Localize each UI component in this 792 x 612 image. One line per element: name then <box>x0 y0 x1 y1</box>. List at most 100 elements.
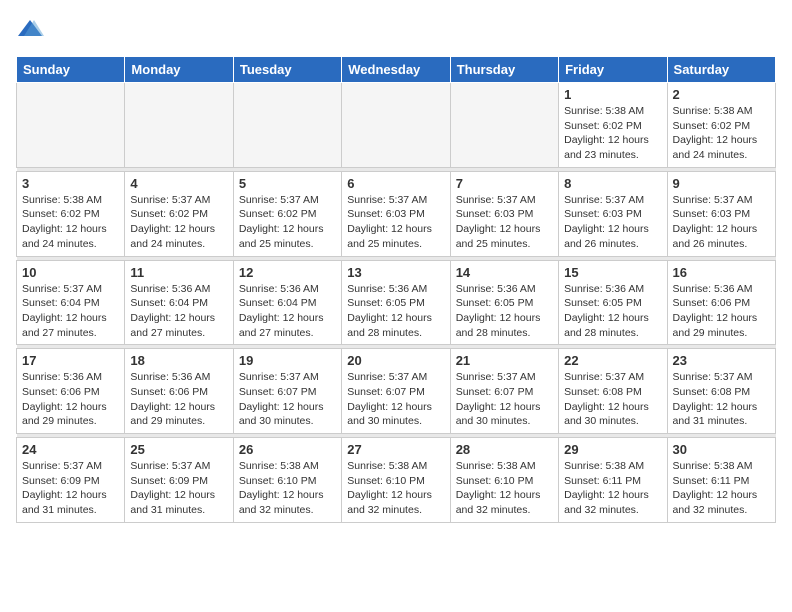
day-number: 13 <box>347 265 444 280</box>
day-info: Sunrise: 5:37 AMSunset: 6:08 PMDaylight:… <box>564 370 661 429</box>
day-info: Sunrise: 5:38 AMSunset: 6:02 PMDaylight:… <box>564 104 661 163</box>
calendar-cell: 13 Sunrise: 5:36 AMSunset: 6:05 PMDayligh… <box>342 260 450 345</box>
day-info: Sunrise: 5:37 AMSunset: 6:03 PMDaylight:… <box>456 193 553 252</box>
calendar-cell: 4 Sunrise: 5:37 AMSunset: 6:02 PMDaylight… <box>125 171 233 256</box>
calendar-cell: 6 Sunrise: 5:37 AMSunset: 6:03 PMDaylight… <box>342 171 450 256</box>
calendar-week-row: 17 Sunrise: 5:36 AMSunset: 6:06 PMDayligh… <box>17 349 776 434</box>
day-info: Sunrise: 5:37 AMSunset: 6:09 PMDaylight:… <box>22 459 119 518</box>
calendar-cell: 20Sunrise: 5:37 AMSunset: 6:07 PMDayligh… <box>342 349 450 434</box>
calendar-cell: 19 Sunrise: 5:37 AMSunset: 6:07 PMDayligh… <box>233 349 341 434</box>
day-number: 9 <box>673 176 770 191</box>
weekday-header: Saturday <box>667 57 775 83</box>
calendar-table: SundayMondayTuesdayWednesdayThursdayFrid… <box>16 56 776 523</box>
calendar-cell: 28 Sunrise: 5:38 AMSunset: 6:10 PMDayligh… <box>450 438 558 523</box>
weekday-header: Tuesday <box>233 57 341 83</box>
day-number: 10 <box>22 265 119 280</box>
logo <box>16 16 46 44</box>
weekday-header: Monday <box>125 57 233 83</box>
day-number: 11 <box>130 265 227 280</box>
weekday-header: Sunday <box>17 57 125 83</box>
calendar-cell: 5Sunrise: 5:37 AMSunset: 6:02 PMDaylight… <box>233 171 341 256</box>
calendar-week-row: 10 Sunrise: 5:37 AMSunset: 6:04 PMDayligh… <box>17 260 776 345</box>
day-number: 23 <box>673 353 770 368</box>
day-info: Sunrise: 5:37 AMSunset: 6:03 PMDaylight:… <box>673 193 770 252</box>
day-number: 25 <box>130 442 227 457</box>
weekday-header: Thursday <box>450 57 558 83</box>
calendar-cell: 18 Sunrise: 5:36 AMSunset: 6:06 PMDayligh… <box>125 349 233 434</box>
day-info: Sunrise: 5:37 AMSunset: 6:03 PMDaylight:… <box>564 193 661 252</box>
day-info: Sunrise: 5:36 AMSunset: 6:06 PMDaylight:… <box>130 370 227 429</box>
calendar-cell: 1 Sunrise: 5:38 AMSunset: 6:02 PMDaylight… <box>559 83 667 168</box>
day-number: 14 <box>456 265 553 280</box>
day-number: 17 <box>22 353 119 368</box>
day-number: 19 <box>239 353 336 368</box>
day-info: Sunrise: 5:38 AMSunset: 6:02 PMDaylight:… <box>22 193 119 252</box>
day-info: Sunrise: 5:38 AMSunset: 6:10 PMDaylight:… <box>456 459 553 518</box>
day-number: 4 <box>130 176 227 191</box>
weekday-header: Friday <box>559 57 667 83</box>
calendar-cell: 12 Sunrise: 5:36 AMSunset: 6:04 PMDayligh… <box>233 260 341 345</box>
day-info: Sunrise: 5:38 AMSunset: 6:11 PMDaylight:… <box>564 459 661 518</box>
weekday-header-row: SundayMondayTuesdayWednesdayThursdayFrid… <box>17 57 776 83</box>
day-info: Sunrise: 5:38 AMSunset: 6:10 PMDaylight:… <box>239 459 336 518</box>
calendar-cell: 29 Sunrise: 5:38 AMSunset: 6:11 PMDayligh… <box>559 438 667 523</box>
calendar-cell: 15Sunrise: 5:36 AMSunset: 6:05 PMDayligh… <box>559 260 667 345</box>
day-info: Sunrise: 5:36 AMSunset: 6:04 PMDaylight:… <box>130 282 227 341</box>
calendar-cell <box>125 83 233 168</box>
day-number: 22 <box>564 353 661 368</box>
weekday-header: Wednesday <box>342 57 450 83</box>
day-number: 3 <box>22 176 119 191</box>
day-info: Sunrise: 5:38 AMSunset: 6:02 PMDaylight:… <box>673 104 770 163</box>
day-info: Sunrise: 5:38 AMSunset: 6:10 PMDaylight:… <box>347 459 444 518</box>
day-info: Sunrise: 5:37 AMSunset: 6:09 PMDaylight:… <box>130 459 227 518</box>
calendar-cell: 21 Sunrise: 5:37 AMSunset: 6:07 PMDayligh… <box>450 349 558 434</box>
day-number: 12 <box>239 265 336 280</box>
day-info: Sunrise: 5:38 AMSunset: 6:11 PMDaylight:… <box>673 459 770 518</box>
calendar-cell <box>342 83 450 168</box>
day-info: Sunrise: 5:37 AMSunset: 6:07 PMDaylight:… <box>239 370 336 429</box>
day-number: 8 <box>564 176 661 191</box>
logo-icon <box>16 16 44 44</box>
day-info: Sunrise: 5:37 AMSunset: 6:07 PMDaylight:… <box>456 370 553 429</box>
calendar-week-row: 1 Sunrise: 5:38 AMSunset: 6:02 PMDaylight… <box>17 83 776 168</box>
calendar-cell: 26Sunrise: 5:38 AMSunset: 6:10 PMDayligh… <box>233 438 341 523</box>
day-number: 18 <box>130 353 227 368</box>
day-info: Sunrise: 5:37 AMSunset: 6:04 PMDaylight:… <box>22 282 119 341</box>
day-number: 15 <box>564 265 661 280</box>
calendar-cell: 23 Sunrise: 5:37 AMSunset: 6:08 PMDayligh… <box>667 349 775 434</box>
day-info: Sunrise: 5:37 AMSunset: 6:02 PMDaylight:… <box>130 193 227 252</box>
day-number: 24 <box>22 442 119 457</box>
calendar-cell: 7Sunrise: 5:37 AMSunset: 6:03 PMDaylight… <box>450 171 558 256</box>
day-info: Sunrise: 5:37 AMSunset: 6:08 PMDaylight:… <box>673 370 770 429</box>
day-number: 6 <box>347 176 444 191</box>
day-number: 27 <box>347 442 444 457</box>
day-number: 30 <box>673 442 770 457</box>
calendar-cell: 17 Sunrise: 5:36 AMSunset: 6:06 PMDayligh… <box>17 349 125 434</box>
day-number: 29 <box>564 442 661 457</box>
day-number: 20 <box>347 353 444 368</box>
calendar-cell: 24 Sunrise: 5:37 AMSunset: 6:09 PMDayligh… <box>17 438 125 523</box>
calendar-cell: 11 Sunrise: 5:36 AMSunset: 6:04 PMDayligh… <box>125 260 233 345</box>
calendar-cell <box>450 83 558 168</box>
calendar-cell: 3 Sunrise: 5:38 AMSunset: 6:02 PMDaylight… <box>17 171 125 256</box>
page-header <box>16 16 776 44</box>
day-number: 5 <box>239 176 336 191</box>
day-info: Sunrise: 5:36 AMSunset: 6:05 PMDaylight:… <box>347 282 444 341</box>
calendar-cell: 10 Sunrise: 5:37 AMSunset: 6:04 PMDayligh… <box>17 260 125 345</box>
day-number: 16 <box>673 265 770 280</box>
calendar-cell <box>233 83 341 168</box>
day-info: Sunrise: 5:36 AMSunset: 6:04 PMDaylight:… <box>239 282 336 341</box>
calendar-cell: 25 Sunrise: 5:37 AMSunset: 6:09 PMDayligh… <box>125 438 233 523</box>
day-number: 1 <box>564 87 661 102</box>
day-info: Sunrise: 5:36 AMSunset: 6:06 PMDaylight:… <box>22 370 119 429</box>
calendar-cell <box>17 83 125 168</box>
day-number: 28 <box>456 442 553 457</box>
day-info: Sunrise: 5:37 AMSunset: 6:03 PMDaylight:… <box>347 193 444 252</box>
day-info: Sunrise: 5:36 AMSunset: 6:05 PMDaylight:… <box>456 282 553 341</box>
day-info: Sunrise: 5:36 AMSunset: 6:06 PMDaylight:… <box>673 282 770 341</box>
calendar-cell: 16 Sunrise: 5:36 AMSunset: 6:06 PMDayligh… <box>667 260 775 345</box>
calendar-cell: 27 Sunrise: 5:38 AMSunset: 6:10 PMDayligh… <box>342 438 450 523</box>
calendar-cell: 30 Sunrise: 5:38 AMSunset: 6:11 PMDayligh… <box>667 438 775 523</box>
day-number: 21 <box>456 353 553 368</box>
calendar-week-row: 24 Sunrise: 5:37 AMSunset: 6:09 PMDayligh… <box>17 438 776 523</box>
